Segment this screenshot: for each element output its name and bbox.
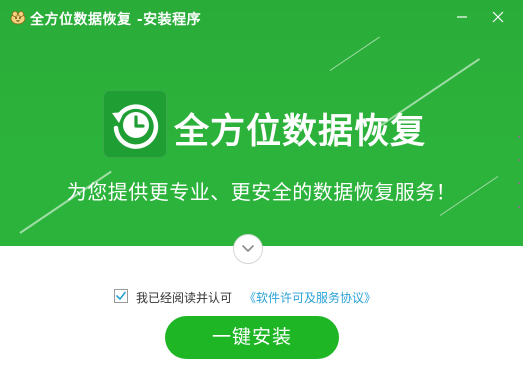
data-recovery-clock-icon bbox=[112, 104, 159, 149]
minimize-button[interactable] bbox=[447, 4, 477, 30]
header-banner: 全方位数据恢复 -安装程序 全方位数据恢复 为您提供更专业、更安全的数据恢复服务… bbox=[0, 0, 523, 246]
one-click-install-button[interactable]: 一键安装 bbox=[165, 316, 339, 359]
minimize-icon bbox=[457, 16, 467, 18]
checkmark-icon bbox=[116, 291, 126, 300]
agreement-checkbox[interactable] bbox=[114, 289, 128, 303]
edge-mark bbox=[518, 159, 520, 161]
product-name: 全方位数据恢复 bbox=[174, 112, 427, 152]
app-logo-icon bbox=[10, 9, 26, 25]
slogan: 为您提供更专业、更安全的数据恢复服务！ bbox=[66, 180, 457, 204]
expand-options-button[interactable] bbox=[233, 234, 263, 264]
title-bar[interactable]: 全方位数据恢复 -安装程序 bbox=[0, 0, 523, 36]
product-logo bbox=[103, 90, 167, 158]
edge-mark bbox=[518, 206, 520, 208]
agreement-text: 我已经阅读并认可 bbox=[136, 291, 233, 305]
installer-window: 全方位数据恢复 -安装程序 全方位数据恢复 为您提供更专业、更安全的数据恢复服务… bbox=[0, 0, 523, 391]
license-agreement-link[interactable]: 《软件许可及服务协议》 bbox=[244, 289, 376, 306]
close-button[interactable] bbox=[483, 4, 513, 30]
chevron-down-icon bbox=[242, 245, 254, 252]
close-icon bbox=[492, 11, 504, 23]
window-title: 全方位数据恢复 -安装程序 bbox=[30, 12, 202, 28]
edge-mark bbox=[518, 136, 520, 138]
edge-mark bbox=[518, 182, 520, 184]
